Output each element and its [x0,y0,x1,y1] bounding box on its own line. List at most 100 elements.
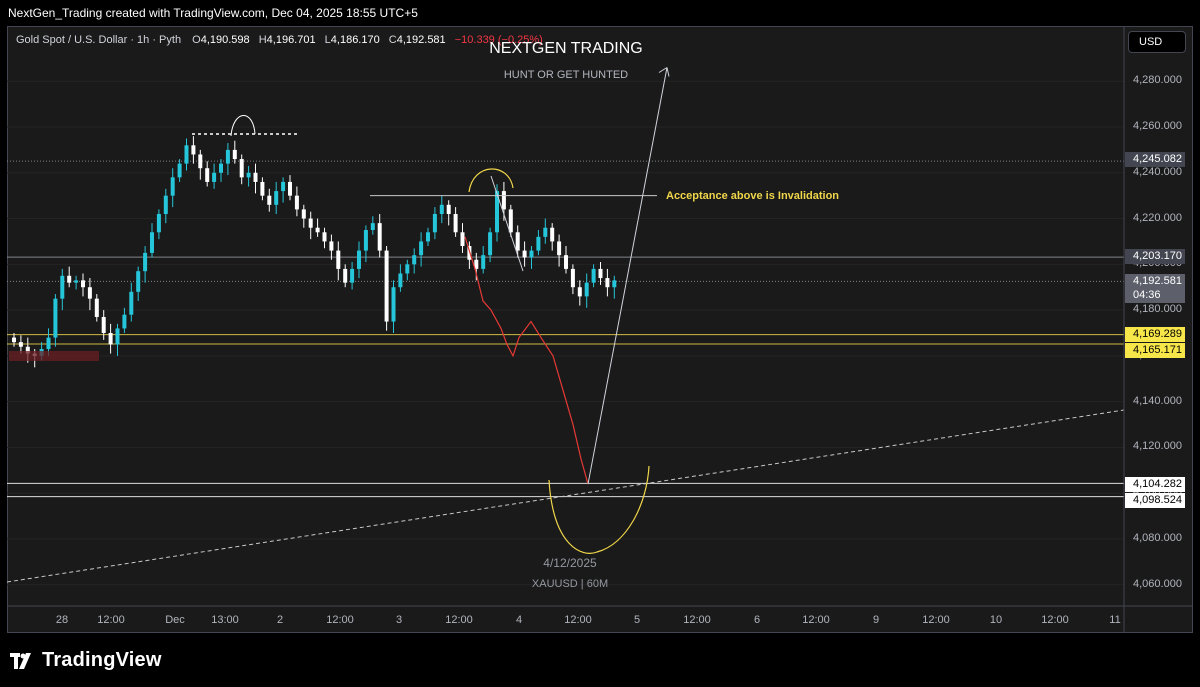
candle [274,181,279,214]
candle [453,207,458,237]
y-tick-label: 4,240.000 [1133,165,1182,178]
x-tick-label: 12:00 [802,614,830,626]
candle-body [156,213,161,233]
tradingview-logo[interactable]: TradingView [10,649,162,672]
price-badge-4245: 4,245.082 [1125,152,1185,167]
x-tick-label: 6 [753,614,761,626]
candle [219,159,223,182]
candle [150,223,154,258]
candle-body [515,232,520,251]
candle [377,213,382,258]
price-chart[interactable] [7,26,1193,633]
candle [143,246,148,283]
low-value: 4,186.170 [330,34,380,46]
price-badge-4104: 4,104.282 [1125,477,1185,492]
candle [329,234,334,260]
y-tick-label: 4,180.000 [1133,303,1182,316]
candle-body [74,280,79,283]
candle [53,294,58,347]
candle [426,227,430,247]
candle-body [53,298,58,338]
y-tick-label: 4,120.000 [1133,440,1182,453]
candle [122,307,127,333]
candle-body [426,232,430,242]
candle [419,232,424,267]
x-tick-label: 3 [395,614,403,626]
candle-body [232,149,237,160]
candle [536,230,541,256]
candle-body [136,271,141,292]
candle [564,246,568,274]
x-tick-label: 5 [633,614,641,626]
candle-body [122,314,127,329]
x-tick-label: 12:00 [326,614,354,626]
x-tick-label: Dec [165,614,185,626]
candle [557,234,562,267]
candle [129,282,134,322]
candle-body [508,209,513,233]
candle-body [239,159,244,178]
candle [570,264,575,295]
candle [67,266,72,288]
candle [522,241,527,267]
candle-body [115,328,120,345]
candle [191,136,196,164]
candle [94,294,99,322]
candle [60,268,65,311]
candle [612,275,617,299]
x-tick-label: 12:00 [1041,614,1069,626]
candle-body [363,230,368,251]
brand-title: NEXTGEN TRADING [489,40,643,57]
candle-body [543,227,548,237]
close-label: C [388,34,397,46]
candle [550,223,555,251]
candle [543,218,548,244]
currency-button[interactable]: USD [1128,31,1186,53]
candle [584,273,589,308]
candle [446,200,451,226]
candle-body [453,213,458,233]
candle-body [87,287,92,299]
candle [605,268,610,297]
ohlc-legend: Gold Spot / U.S. Dollar · 1h · Pyth O4,1… [16,34,543,46]
candle-body [584,282,589,297]
symbol-name[interactable]: Gold Spot / U.S. Dollar · 1h · Pyth [16,34,181,46]
y-tick-label: 4,220.000 [1133,211,1182,224]
candle-body [18,342,23,347]
candle [87,278,92,311]
candle-body [550,227,555,242]
demand-zone [9,351,99,361]
y-tick-label: 4,080.000 [1133,532,1182,544]
candle [308,211,313,240]
candle [460,223,465,253]
candle-body [274,191,279,205]
x-tick-label: 10 [989,614,1003,626]
candle-body [198,154,203,169]
candle-body [108,333,113,345]
candle [591,264,596,288]
close-value: 4,192.581 [396,34,446,46]
horizontal-levels [7,160,1124,498]
footer-bar [0,633,1200,687]
candle-body [150,232,154,253]
x-tick-label: 12:00 [97,614,125,626]
candle-body [205,168,210,182]
candle [246,165,251,187]
x-tick-label: 4 [515,614,523,626]
candle [260,177,265,201]
candle-body [67,275,72,283]
candle [239,154,244,185]
candle [432,207,437,240]
candle-body [129,291,134,315]
high-value: 4,196.701 [266,34,316,46]
candle-body [405,264,410,274]
candle-body [612,280,617,288]
x-tick-label: 11 [1109,614,1121,626]
candle-body [329,241,334,251]
candle-body [260,181,265,196]
candle-body [350,268,355,283]
candle-body [281,181,286,192]
candle-body [412,255,417,265]
candle-body [577,287,582,297]
candle [281,177,286,203]
